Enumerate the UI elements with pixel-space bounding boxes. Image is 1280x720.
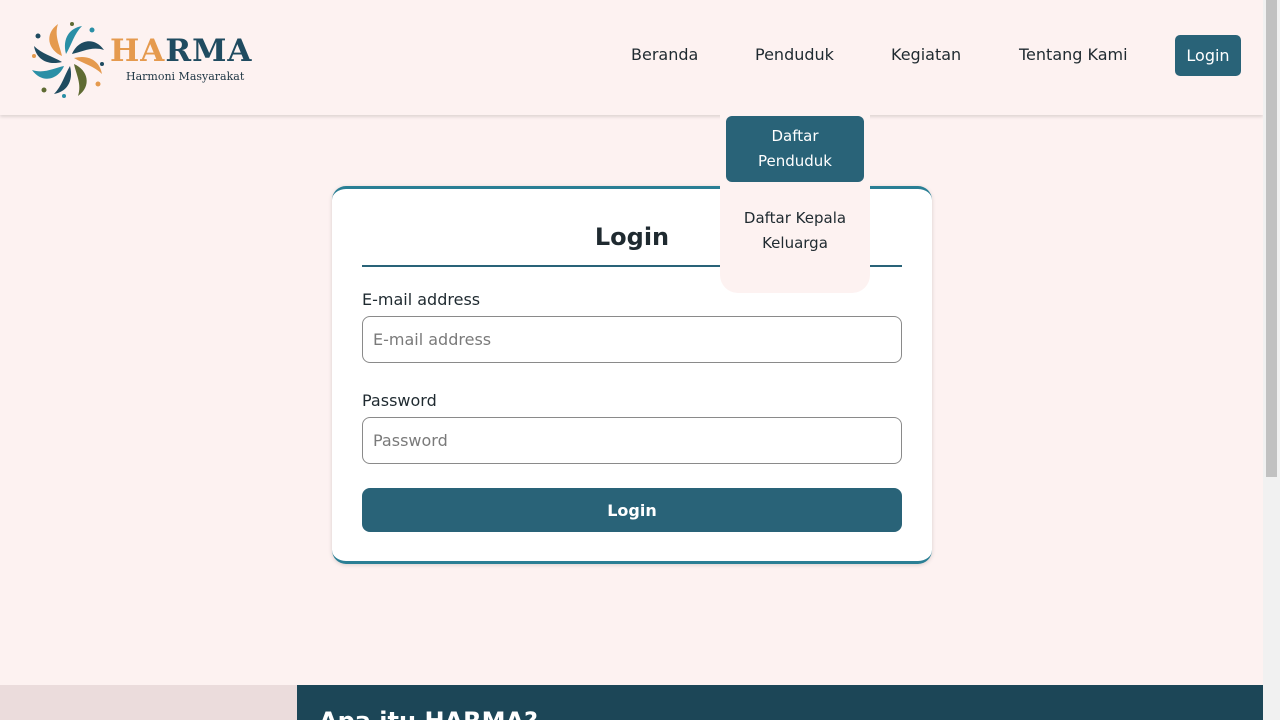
brand-name: HARMA <box>110 34 252 68</box>
login-submit-button[interactable]: Login <box>362 488 902 532</box>
email-field[interactable] <box>362 316 902 363</box>
nav-item-kegiatan[interactable]: Kegiatan <box>891 44 961 66</box>
nav-item-penduduk[interactable]: Penduduk <box>755 44 834 66</box>
nav-item-beranda[interactable]: Beranda <box>631 44 698 66</box>
dropdown-item-label: Daftar Penduduk <box>758 127 832 170</box>
penduduk-dropdown-menu: Daftar Penduduk Daftar Kepala Keluarga <box>720 110 870 293</box>
brand-tagline: Harmoni Masyarakat <box>126 70 245 83</box>
nav-item-tentang-kami[interactable]: Tentang Kami <box>1019 44 1128 66</box>
dropdown-item-daftar-penduduk[interactable]: Daftar Penduduk <box>726 116 864 182</box>
footer-heading: Apa itu HARMA? <box>319 707 538 720</box>
dropdown-item-label: Daftar Kepala Keluarga <box>743 209 847 252</box>
password-field[interactable] <box>362 417 902 464</box>
harma-logo-icon <box>32 22 104 98</box>
email-label: E-mail address <box>362 290 481 309</box>
dropdown-item-daftar-kepala-keluarga[interactable]: Daftar Kepala Keluarga <box>726 206 864 256</box>
logo[interactable]: HARMA Harmoni Masyarakat <box>28 20 258 100</box>
footer-about-section: Apa itu HARMA? <box>297 685 1263 720</box>
password-label: Password <box>362 391 437 410</box>
page: HARMA Harmoni Masyarakat Beranda Pendudu… <box>0 0 1263 720</box>
vertical-scrollbar[interactable] <box>1263 0 1280 720</box>
brand-name-part2: RMA <box>165 33 253 69</box>
nav-login-button[interactable]: Login <box>1175 35 1241 76</box>
footer-image-area <box>0 685 297 720</box>
scrollbar-thumb[interactable] <box>1266 0 1277 477</box>
brand-name-part1: HA <box>110 33 166 69</box>
site-header: HARMA Harmoni Masyarakat Beranda Pendudu… <box>0 0 1263 115</box>
